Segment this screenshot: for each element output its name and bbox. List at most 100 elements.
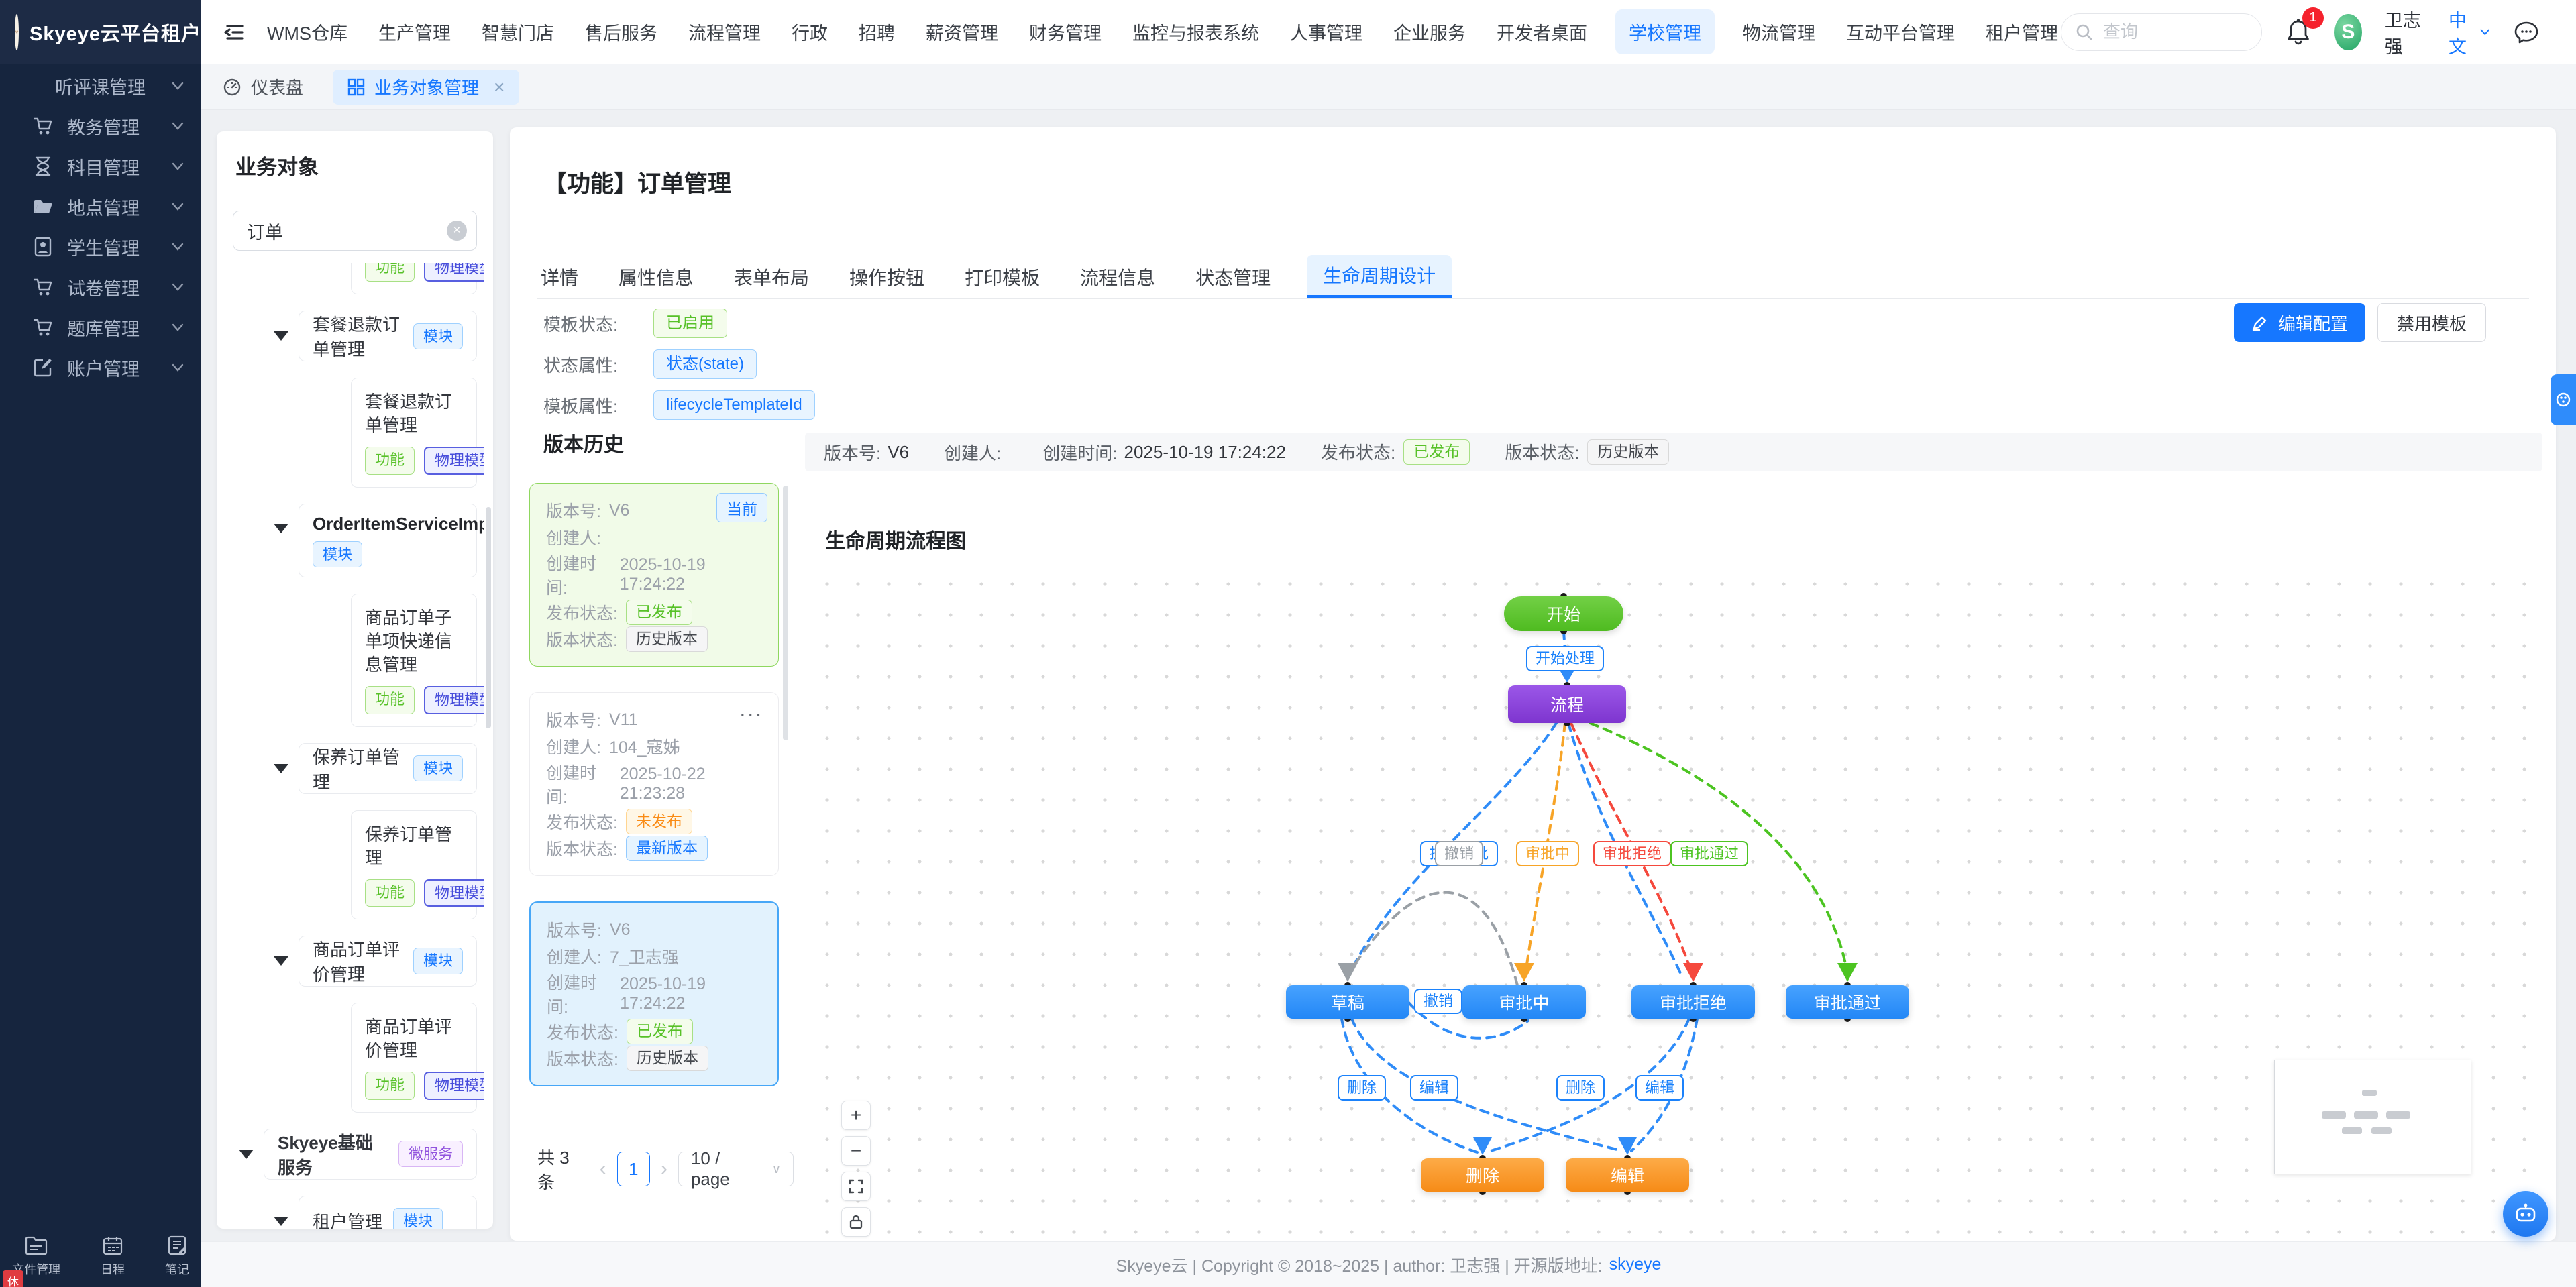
tree-leaf-clipped[interactable]: 功能 物理模型 xyxy=(351,263,484,295)
menu-item-salary[interactable]: 薪资管理 xyxy=(923,12,1001,52)
version-card-v11[interactable]: ... 版本号: V11 创建人: 104_寇姊 创建时间: 2025-10-22 2… xyxy=(529,692,779,876)
sidebar-item-academic[interactable]: 教务管理 xyxy=(0,106,201,146)
global-search[interactable] xyxy=(2060,13,2262,51)
menu-item-admin[interactable]: 行政 xyxy=(789,12,830,52)
fit-view-button[interactable] xyxy=(841,1172,871,1201)
menu-item-enterprise[interactable]: 企业服务 xyxy=(1391,12,1468,52)
chevron-down-icon xyxy=(172,82,184,90)
tree-scroll-view[interactable]: 功能 物理模型 套餐退款订单管理模块 套餐退款订单管理 功能物理模型 xyxy=(217,263,484,1229)
node-rejected[interactable]: 审批拒绝 xyxy=(1631,985,1755,1019)
tab-dashboard[interactable]: 仪表盘 xyxy=(223,74,303,99)
menu-item-school-active[interactable]: 学校管理 xyxy=(1615,9,1715,54)
search-input[interactable] xyxy=(2102,21,2251,42)
version-scrollbar[interactable] xyxy=(783,486,788,740)
tree-module-order-review[interactable]: 商品订单评价管理 模块 xyxy=(274,936,477,987)
node-start[interactable]: 开始 xyxy=(1504,596,1623,631)
close-icon[interactable]: × xyxy=(494,76,504,98)
tree-leaf-package-refund[interactable]: 套餐退款订单管理 功能物理模型 xyxy=(351,378,484,488)
tab-state-management[interactable]: 状态管理 xyxy=(1191,255,1275,298)
sidebar-item-exam-paper[interactable]: 试卷管理 xyxy=(0,267,201,307)
prev-page-icon[interactable]: ‹ xyxy=(600,1158,606,1180)
menu-item-hr[interactable]: 人事管理 xyxy=(1287,12,1365,52)
node-approving[interactable]: 审批中 xyxy=(1462,985,1586,1019)
theme-settings-tab[interactable] xyxy=(2551,374,2576,425)
node-draft[interactable]: 草稿 xyxy=(1286,985,1409,1019)
tree-leaf-order-review[interactable]: 商品订单评价管理 功能物理模型 xyxy=(351,1003,484,1113)
node-delete[interactable]: 删除 xyxy=(1421,1158,1544,1192)
dock-item-notes[interactable]: 笔记 xyxy=(165,1235,189,1278)
menu-item-aftersales[interactable]: 售后服务 xyxy=(582,12,660,52)
page-size-select[interactable]: 10 / page ∨ xyxy=(678,1148,794,1189)
node-edit[interactable]: 编辑 xyxy=(1566,1158,1689,1192)
more-menu-icon[interactable]: ... xyxy=(739,697,763,722)
tab-form-layout[interactable]: 表单布局 xyxy=(730,255,813,298)
sidebar-item-subject[interactable]: 科目管理 xyxy=(0,146,201,186)
user-name[interactable]: 卫志强 xyxy=(2385,6,2426,58)
expand-arrow-icon[interactable] xyxy=(274,1216,288,1226)
node-process[interactable]: 流程 xyxy=(1508,685,1626,723)
assistant-robot-button[interactable] xyxy=(2503,1191,2548,1237)
expand-arrow-icon[interactable] xyxy=(274,763,288,773)
expand-arrow-icon[interactable] xyxy=(274,331,288,341)
lock-button[interactable] xyxy=(841,1207,871,1237)
menu-item-production[interactable]: 生产管理 xyxy=(376,12,453,52)
expand-arrow-icon[interactable] xyxy=(239,1149,254,1159)
menu-item-interactive[interactable]: 互动平台管理 xyxy=(1843,12,1957,52)
tab-action-buttons[interactable]: 操作按钮 xyxy=(845,255,928,298)
tree-module-maintenance-order[interactable]: 保养订单管理 模块 xyxy=(274,742,477,794)
tab-print-template[interactable]: 打印模板 xyxy=(961,255,1044,298)
dock-item-schedule[interactable]: 日程 xyxy=(101,1235,125,1278)
zoom-out-button[interactable]: − xyxy=(841,1136,871,1166)
tree-search-input[interactable] xyxy=(237,220,441,241)
tree-module-orderitemserviceimpl[interactable]: OrderItemServiceImpl 模块 xyxy=(274,503,484,578)
tab-attributes[interactable]: 属性信息 xyxy=(614,255,698,298)
page-title: 【功能】订单管理 xyxy=(543,171,732,197)
page-number[interactable]: 1 xyxy=(616,1152,650,1186)
zoom-in-button[interactable]: + xyxy=(841,1101,871,1130)
version-card-v6-selected[interactable]: 版本号: V6 创建人: 7_卫志强 创建时间: 2025-10-19 17:24:2… xyxy=(529,901,779,1086)
tab-business-object-active[interactable]: 业务对象管理 × xyxy=(333,69,520,105)
menu-item-finance[interactable]: 财务管理 xyxy=(1026,12,1104,52)
tree-leaf-express-info[interactable]: 商品订单子单项快递信息管理 功能物理模型 xyxy=(351,594,484,727)
tree-scrollbar[interactable] xyxy=(486,507,491,728)
version-card-current[interactable]: 当前 版本号: V6 创建人: 创建时间: 2025-10-19 17:24:22 … xyxy=(529,483,779,667)
node-approved[interactable]: 审批通过 xyxy=(1786,985,1909,1019)
footer-link[interactable]: skyeye xyxy=(1609,1255,1662,1274)
minimap[interactable] xyxy=(2274,1060,2471,1174)
menu-item-recruit[interactable]: 招聘 xyxy=(856,12,898,52)
expand-arrow-icon[interactable] xyxy=(274,956,288,966)
disable-template-button[interactable]: 禁用模板 xyxy=(2377,303,2486,342)
next-page-icon[interactable]: › xyxy=(661,1158,667,1180)
menu-item-devdesk[interactable]: 开发者桌面 xyxy=(1494,12,1590,52)
expand-arrow-icon[interactable] xyxy=(274,523,288,533)
chat-icon[interactable] xyxy=(2513,19,2540,46)
sidebar-item-location[interactable]: 地点管理 xyxy=(0,186,201,227)
language-switch[interactable]: 中文 xyxy=(2449,6,2490,58)
tab-lifecycle-design-active[interactable]: 生命周期设计 xyxy=(1307,255,1452,298)
tree-module-tenant[interactable]: 租户管理 模块 xyxy=(274,1195,477,1229)
menu-item-logistics[interactable]: 物流管理 xyxy=(1740,12,1818,52)
menu-item-workflow[interactable]: 流程管理 xyxy=(686,12,763,52)
menu-item-store[interactable]: 智慧门店 xyxy=(479,12,557,52)
sidebar-item-student[interactable]: 学生管理 xyxy=(0,227,201,267)
edit-config-button[interactable]: 编辑配置 xyxy=(2233,303,2365,342)
menu-item-tenant[interactable]: 租户管理 xyxy=(1983,12,2061,52)
tree-leaf-maintenance-order[interactable]: 保养订单管理 功能物理模型 xyxy=(351,809,484,920)
lifecycle-canvas[interactable]: 开始处理 提交审批 撤销 审批中 审批拒绝 审批通过 撤销 删除 编辑 删除 编… xyxy=(805,563,2542,1241)
tab-workflow-info[interactable]: 流程信息 xyxy=(1076,255,1159,298)
user-avatar[interactable]: S xyxy=(2334,13,2362,50)
sidebar-item-lesson-review[interactable]: 听评课管理 xyxy=(0,66,201,106)
tab-detail[interactable]: 详情 xyxy=(537,255,582,298)
notification-badge: 1 xyxy=(2302,7,2324,29)
tree-micro-skyeye-base[interactable]: Skyeye基础服务 微服务 xyxy=(239,1128,477,1180)
tree-module-package-refund[interactable]: 套餐退款订单管理 模块 xyxy=(274,311,477,362)
sidebar-item-account[interactable]: 账户管理 xyxy=(0,347,201,388)
header-buttons: 编辑配置 禁用模板 xyxy=(2233,303,2486,342)
menu-item-wms[interactable]: WMS仓库 xyxy=(264,12,350,52)
menu-item-monitor[interactable]: 监控与报表系统 xyxy=(1130,12,1262,52)
clear-search-icon[interactable]: × xyxy=(447,221,467,241)
notification-bell[interactable]: 1 xyxy=(2285,7,2324,46)
sidebar-item-question-bank[interactable]: 题库管理 xyxy=(0,307,201,347)
edge-label-delete-1: 删除 xyxy=(1337,1075,1387,1101)
sidebar-collapse-icon[interactable] xyxy=(223,20,247,44)
